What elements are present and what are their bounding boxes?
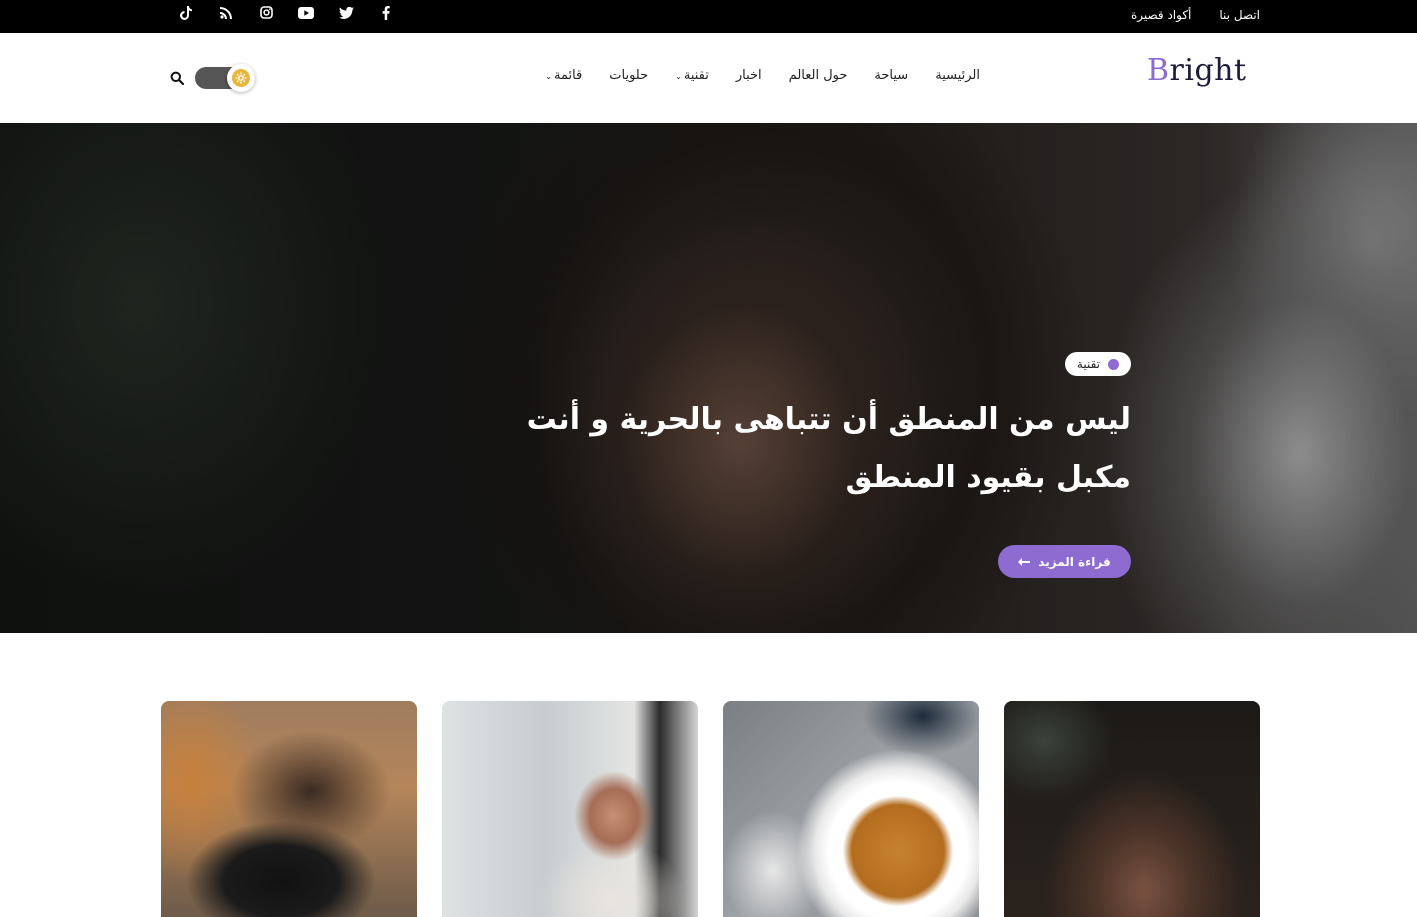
hero-title[interactable]: ليس من المنطق أن تتباهى بالحرية و أنت مك…	[491, 391, 1131, 507]
tiktok-icon[interactable]	[166, 6, 206, 26]
toggle-knob	[227, 64, 255, 92]
read-more-button[interactable]: قراءة المزيد	[998, 545, 1131, 578]
rss-icon[interactable]	[206, 6, 246, 26]
hero-slider: تقنية ليس من المنطق أن تتباهى بالحرية و …	[0, 123, 1417, 633]
nav-item-tech[interactable]: تقنية⌄	[675, 68, 709, 83]
top-links: اتصل بنا أكواد قصيرة	[1131, 8, 1260, 22]
youtube-icon[interactable]	[286, 6, 326, 26]
search-icon[interactable]	[170, 70, 185, 86]
top-bar: اتصل بنا أكواد قصيرة	[0, 0, 1417, 33]
chevron-down-icon: ⌄	[545, 72, 552, 81]
post-card-image[interactable]	[442, 701, 698, 917]
gear-icon	[232, 69, 250, 87]
nav-item-sweets[interactable]: حلويات	[609, 68, 648, 83]
hero-image	[0, 123, 1417, 633]
post-grid	[161, 701, 1261, 917]
post-card-image[interactable]	[161, 701, 417, 917]
contact-link[interactable]: اتصل بنا	[1219, 8, 1260, 22]
nav-item-tourism[interactable]: سياحة	[874, 68, 908, 83]
nav-item-world[interactable]: حول العالم	[789, 68, 848, 83]
nav-item-home[interactable]: الرئيسية	[935, 68, 980, 83]
theme-toggle[interactable]	[195, 64, 255, 92]
category-badge[interactable]: تقنية	[1064, 352, 1131, 376]
site-logo[interactable]: Bright	[1147, 53, 1247, 88]
chevron-down-icon: ⌄	[675, 72, 682, 81]
shortcodes-link[interactable]: أكواد قصيرة	[1131, 8, 1191, 22]
arrow-left-icon	[1018, 555, 1031, 569]
post-card-image[interactable]	[723, 701, 979, 917]
social-links	[166, 5, 406, 26]
category-dot	[1108, 358, 1119, 370]
twitter-icon[interactable]	[326, 6, 366, 26]
facebook-icon[interactable]	[366, 5, 406, 26]
nav-item-news[interactable]: اخبار	[736, 68, 762, 83]
main-nav: الرئيسية سياحة حول العالم اخبار تقنية⌄ ح…	[545, 68, 980, 83]
site-header: Bright الرئيسية سياحة حول العالم اخبار ت…	[0, 33, 1417, 123]
nav-item-menu[interactable]: قائمة⌄	[545, 68, 582, 83]
instagram-icon[interactable]	[246, 6, 286, 26]
post-card-image[interactable]	[1004, 701, 1260, 917]
